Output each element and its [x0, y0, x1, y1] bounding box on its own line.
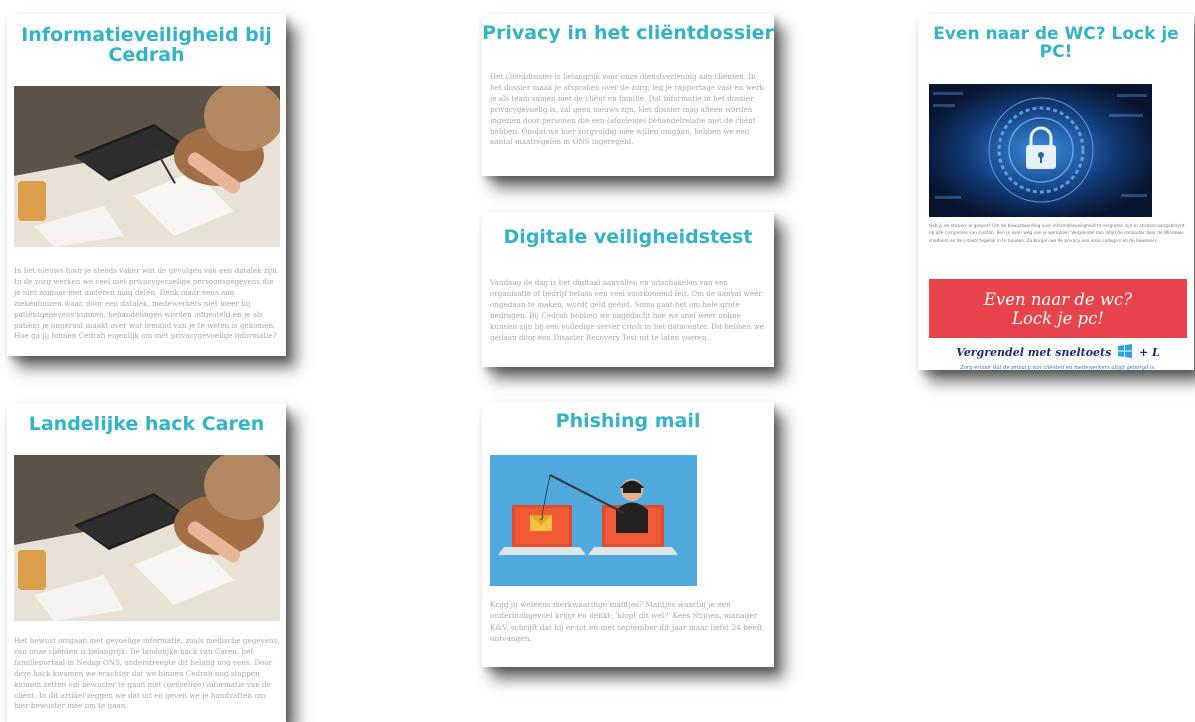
article-card-veiligheidstest[interactable]: Digitale veiligheidstest Vandaag de dag … [482, 212, 774, 367]
card-title[interactable]: Phishing mail [482, 411, 774, 432]
windows-logo-icon [1118, 344, 1133, 358]
banner-line-2: Lock je pc! [1012, 309, 1104, 328]
card-title[interactable]: Privacy in het cliëntdossier [482, 23, 774, 44]
card-title[interactable]: Informatieveiligheid bij Cedrah [7, 25, 286, 66]
shortcut-prefix: Vergrendel met sneltoets [956, 346, 1112, 359]
card-title[interactable]: Even naar de WC? Lock je PC! [918, 25, 1194, 62]
card-title[interactable]: Landelijke hack Caren [7, 414, 286, 435]
privacy-footer-note: Zorg ervoor dat de privacy van cliënten … [959, 365, 1157, 371]
card-body: In het nieuws hoor je steeds vaker wat d… [14, 266, 280, 341]
card-body: Vandaag de dag is het digitaal aanvallen… [490, 278, 764, 342]
article-card-hack-caren[interactable]: Landelijke hack Caren Het bewust omgaan … [7, 403, 286, 722]
shortcut-hint: Vergrendel met sneltoets + L [929, 344, 1187, 359]
card-body: Krijg jij weleens merkwaardige mailtjes?… [490, 600, 763, 644]
card-body: Het cliëntdossier is belangrijk voor onz… [490, 72, 764, 147]
banner-line-1: Even naar de wc? [983, 290, 1133, 309]
article-card-privacy[interactable]: Privacy in het cliëntdossier Het cliëntd… [482, 14, 774, 176]
card-body: Heb jij de stickers al gespot? Om de bew… [929, 224, 1185, 244]
article-card-lock-pc[interactable]: Even naar de WC? Lock je PC! Heb jij de … [918, 14, 1194, 371]
desk-photo[interactable] [14, 86, 280, 247]
card-title[interactable]: Digitale veiligheidstest [482, 227, 774, 248]
padlock-cyber-image[interactable] [929, 84, 1152, 217]
desk-photo[interactable] [14, 455, 280, 621]
card-body: Het bewust omgaan met gevoelige informat… [14, 636, 280, 711]
article-card-informatieveiligheid[interactable]: Informatieveiligheid bij Cedrah In het n… [7, 14, 286, 356]
article-card-phishing[interactable]: Phishing mail Krijg jij weleens merkwaar… [482, 402, 774, 667]
phishing-illustration[interactable] [490, 455, 697, 586]
shortcut-suffix: + L [1139, 346, 1160, 359]
lock-pc-banner: Even naar de wc? Lock je pc! [929, 279, 1187, 338]
